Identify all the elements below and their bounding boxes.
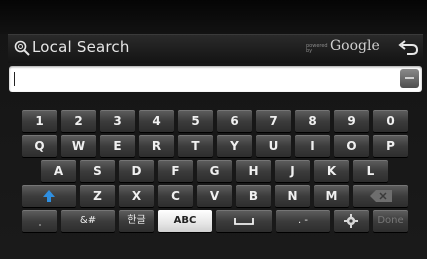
key-x[interactable]: X — [119, 185, 154, 207]
key-y[interactable]: Y — [217, 135, 252, 157]
space-key[interactable] — [216, 210, 272, 232]
key-g[interactable]: G — [197, 160, 232, 182]
key-h[interactable]: H — [236, 160, 271, 182]
status-area — [0, 0, 427, 34]
powered-by-label: powered by — [306, 43, 328, 54]
shift-arrow-stem — [47, 197, 51, 202]
key-1[interactable]: 1 — [22, 110, 57, 132]
dot-icon — [38, 224, 41, 226]
key-0[interactable]: 0 — [373, 110, 408, 132]
gear-icon — [344, 214, 358, 228]
key-9[interactable]: 9 — [334, 110, 369, 132]
backspace-key[interactable] — [353, 185, 408, 207]
key-c[interactable]: C — [158, 185, 193, 207]
key-n[interactable]: N — [275, 185, 310, 207]
abc-key[interactable]: ABC — [158, 210, 212, 232]
key-j[interactable]: J — [275, 160, 310, 182]
key-s[interactable]: S — [80, 160, 115, 182]
shift-key[interactable] — [22, 185, 76, 207]
key-q[interactable]: Q — [22, 135, 57, 157]
space-icon — [234, 218, 254, 225]
key-6[interactable]: 6 — [217, 110, 252, 132]
key-4[interactable]: 4 — [139, 110, 174, 132]
key-i[interactable]: I — [295, 135, 330, 157]
key-3[interactable]: 3 — [100, 110, 135, 132]
done-key[interactable]: Done — [373, 210, 408, 232]
key-7[interactable]: 7 — [256, 110, 291, 132]
key-p[interactable]: P — [373, 135, 408, 157]
key-k[interactable]: K — [314, 160, 349, 182]
provider-logo: Google — [330, 38, 380, 54]
back-arrow-icon[interactable] — [396, 38, 422, 60]
settings-key[interactable] — [334, 210, 369, 232]
key-w[interactable]: W — [61, 135, 96, 157]
punctuation-key[interactable]: . - — [276, 210, 330, 232]
key-o[interactable]: O — [334, 135, 369, 157]
shift-arrow-icon — [43, 190, 55, 197]
search-input[interactable] — [18, 70, 392, 90]
key-a[interactable]: A — [41, 160, 76, 182]
symbols-key[interactable]: &# — [61, 210, 115, 232]
input-options-button[interactable] — [400, 69, 419, 88]
key-b[interactable]: B — [236, 185, 271, 207]
key-r[interactable]: R — [139, 135, 174, 157]
key-e[interactable]: E — [100, 135, 135, 157]
key-d[interactable]: D — [119, 160, 154, 182]
key-2[interactable]: 2 — [61, 110, 96, 132]
layout-switch-key[interactable] — [22, 210, 57, 232]
key-5[interactable]: 5 — [178, 110, 213, 132]
key-v[interactable]: V — [197, 185, 232, 207]
key-m[interactable]: M — [314, 185, 349, 207]
key-8[interactable]: 8 — [295, 110, 330, 132]
korean-key[interactable]: 한글 — [119, 210, 154, 232]
page-title: Local Search — [32, 38, 130, 56]
key-z[interactable]: Z — [80, 185, 115, 207]
key-t[interactable]: T — [178, 135, 213, 157]
search-icon — [14, 40, 30, 56]
key-f[interactable]: F — [158, 160, 193, 182]
text-cursor — [14, 72, 15, 86]
backspace-icon — [370, 190, 392, 202]
key-u[interactable]: U — [256, 135, 291, 157]
key-l[interactable]: L — [353, 160, 388, 182]
